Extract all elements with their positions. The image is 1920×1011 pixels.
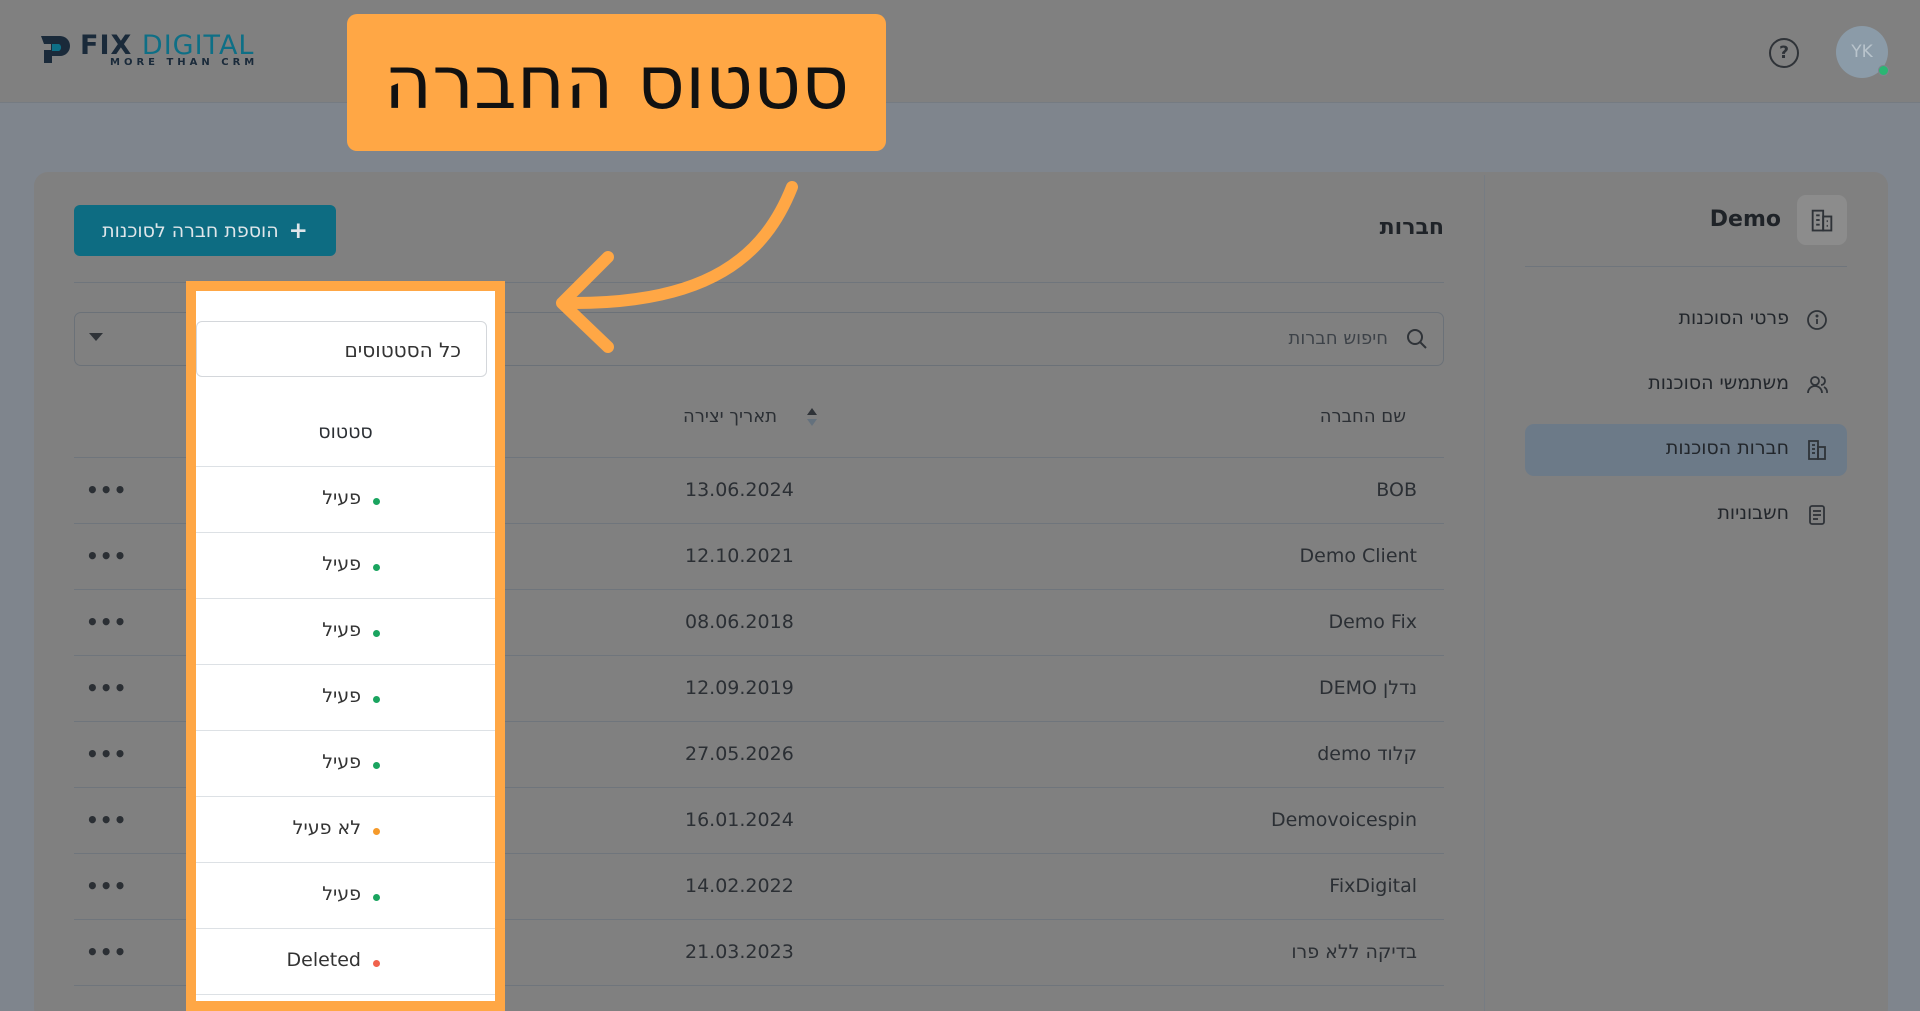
status-column-highlight: כל הסטטוסים סטטוס פעיל פעיל פעיל פעיל פע… — [186, 281, 505, 1011]
status-dot — [373, 894, 380, 901]
company-name: Demo Client — [1299, 545, 1418, 567]
more-options-icon[interactable]: ••• — [86, 544, 127, 568]
created-date: 14.02.2022 — [685, 875, 794, 897]
callout-text: סטטוס החברה — [383, 39, 850, 126]
status-cell: לא פעיל — [196, 796, 495, 862]
more-options-icon[interactable]: ••• — [86, 610, 127, 634]
status-dot — [373, 696, 380, 703]
agency-title: Demo — [1709, 207, 1781, 232]
status-filter-select[interactable]: כל הסטטוסים — [196, 321, 487, 377]
sidebar-item-agency-companies[interactable]: חברות הסוכנות — [1525, 424, 1847, 476]
sidebar-item-label: משתמשי הסוכנות — [1648, 372, 1789, 394]
sidebar-divider — [1484, 175, 1485, 1011]
sidebar-nav: פרטי הסוכנות משתמשי הסוכנות חברות הסוכנו… — [1525, 294, 1847, 554]
more-options-icon[interactable]: ••• — [86, 478, 127, 502]
search-placeholder: חיפוש חברות — [1288, 328, 1388, 349]
status-badge: פעיל — [322, 487, 361, 509]
created-date: 13.06.2024 — [685, 479, 794, 501]
avatar-initials: YK — [1851, 42, 1873, 62]
status-badge: פעיל — [322, 553, 361, 575]
created-date: 12.10.2021 — [685, 545, 794, 567]
user-avatar[interactable]: YK — [1836, 26, 1889, 78]
building-icon — [1808, 440, 1826, 460]
sort-icon[interactable] — [804, 406, 820, 428]
callout-arrow-icon — [556, 181, 798, 353]
created-date: 16.01.2024 — [685, 809, 794, 831]
status-cell: פעיל — [196, 862, 495, 928]
page-title: חברות — [1379, 215, 1444, 240]
created-date: 08.06.2018 — [685, 611, 794, 633]
status-cell: פעיל — [196, 730, 495, 796]
company-name: Demovoicespin — [1270, 809, 1417, 831]
status-cell: פעיל — [196, 532, 495, 598]
created-date: 27.05.2026 — [685, 743, 794, 765]
company-name: BOB — [1376, 479, 1417, 501]
company-name: demo קלוד — [1317, 743, 1417, 765]
status-dot — [373, 762, 380, 769]
sidebar-item-invoices[interactable]: חשבוניות — [1525, 489, 1847, 541]
status-filter-value: כל הסטטוסים — [344, 338, 461, 362]
info-icon — [1807, 310, 1827, 330]
more-options-icon[interactable]: ••• — [86, 742, 127, 766]
status-badge: פעיל — [322, 619, 361, 641]
column-header-status[interactable]: סטטוס — [196, 421, 495, 443]
status-badge: Deleted — [286, 949, 362, 971]
building-icon — [1797, 195, 1847, 245]
logo-tagline: MORE THAN CRM — [110, 57, 259, 68]
status-badge: פעיל — [322, 751, 361, 773]
status-dot — [373, 828, 380, 835]
sidebar-item-label: פרטי הסוכנות — [1678, 307, 1789, 329]
sidebar-header: Demo — [1525, 195, 1847, 267]
online-status-dot — [1878, 65, 1889, 76]
search-icon — [1407, 329, 1427, 349]
created-date: 21.03.2023 — [685, 941, 794, 963]
created-date: 12.09.2019 — [685, 677, 794, 699]
status-badge: פעיל — [322, 685, 361, 707]
users-icon — [1807, 376, 1828, 394]
more-options-icon[interactable]: ••• — [86, 676, 127, 700]
status-cell: Deleted — [196, 928, 495, 994]
status-dot — [373, 564, 380, 571]
fix-digital-logo-icon — [41, 36, 70, 63]
status-column: פעיל פעיל פעיל פעיל פעיל לא פעיל פעיל De… — [196, 466, 495, 995]
company-name: FixDigital — [1329, 875, 1417, 897]
tutorial-callout: סטטוס החברה — [347, 14, 886, 151]
add-company-button[interactable]: + הוספת חברה לסוכנות — [74, 205, 336, 256]
status-badge: לא פעיל — [292, 817, 361, 839]
more-options-icon[interactable]: ••• — [86, 940, 127, 964]
status-cell: פעיל — [196, 466, 495, 532]
sidebar-item-agency-users[interactable]: משתמשי הסוכנות — [1525, 359, 1847, 411]
help-icon[interactable]: ? — [1769, 38, 1799, 68]
chevron-down-icon[interactable] — [89, 333, 103, 341]
status-cell: פעיל — [196, 598, 495, 664]
column-header-created-date[interactable]: תאריך יצירה — [683, 406, 777, 427]
plus-icon: + — [288, 217, 308, 244]
column-header-company-name[interactable]: שם החברה — [1320, 406, 1406, 427]
status-dot — [373, 630, 380, 637]
fix-digital-logo[interactable]: FIX DIGITAL MORE THAN CRM — [38, 30, 278, 70]
sidebar-item-agency-details[interactable]: פרטי הסוכנות — [1525, 294, 1847, 346]
top-header: FIX DIGITAL MORE THAN CRM ? YK — [0, 0, 1920, 103]
add-company-button-label: הוספת חברה לסוכנות — [102, 219, 279, 242]
more-options-icon[interactable]: ••• — [86, 874, 127, 898]
status-row-divider — [196, 994, 495, 995]
company-name: בדיקה ללא פרו — [1291, 941, 1417, 963]
sidebar-item-label: חברות הסוכנות — [1665, 437, 1789, 459]
company-name: DEMO נדלן — [1319, 677, 1417, 699]
company-name: Demo Fix — [1328, 611, 1417, 633]
status-cell: פעיל — [196, 664, 495, 730]
more-options-icon[interactable]: ••• — [86, 808, 127, 832]
sidebar-header-divider — [1525, 266, 1847, 267]
status-dot — [373, 960, 380, 967]
document-icon — [1809, 505, 1825, 525]
status-dot — [373, 498, 380, 505]
status-badge: פעיל — [322, 883, 361, 905]
sidebar-item-label: חשבוניות — [1717, 502, 1789, 524]
